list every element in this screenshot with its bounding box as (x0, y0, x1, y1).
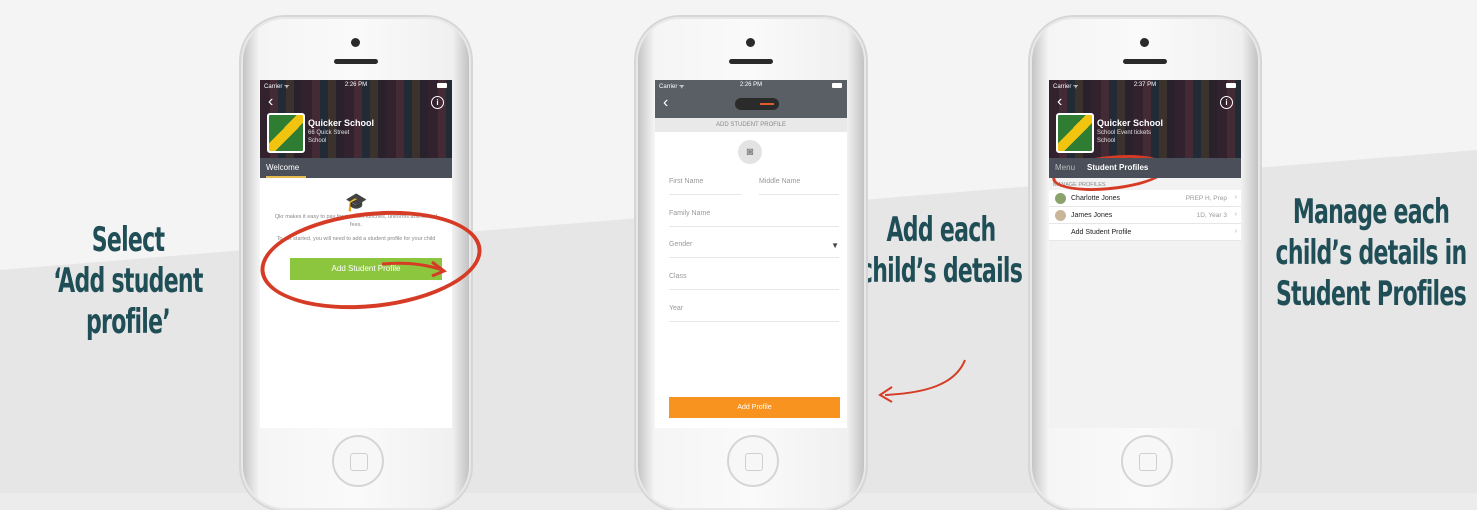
curved-arrow-icon (878, 359, 966, 403)
first-name-field[interactable]: First Name (669, 178, 741, 195)
status-bar: Carrier ᯤ 2:26 PM (655, 80, 847, 92)
add-profile-screen: ‹ Carrier ᯤ 2:26 PM ADD STUDENT PROFILE … (655, 80, 847, 428)
qkr-logo (735, 98, 779, 110)
add-student-profile-row[interactable]: Add Student Profile › (1049, 224, 1241, 241)
tab-bar: Welcome (260, 158, 452, 178)
avatar (1055, 210, 1066, 221)
dropdown-arrow-icon[interactable]: ▼ (831, 241, 839, 250)
home-button[interactable] (332, 435, 384, 487)
page-title: ADD STUDENT PROFILE (655, 118, 847, 132)
school-type: School (1097, 138, 1116, 144)
school-info: Quicker School School Event tickets Scho… (1097, 118, 1163, 144)
class-field[interactable]: Class (669, 273, 839, 290)
graduation-cap-icon: 🎓 (345, 192, 368, 212)
school-name: Quicker School (1097, 118, 1164, 128)
chevron-right-icon: › (1234, 194, 1237, 201)
caption-step-3-line-3: Student Profiles (1276, 273, 1467, 314)
status-time: 2:26 PM (739, 82, 763, 88)
status-bar: Carrier ᯤ 2:26 PM (260, 80, 452, 92)
add-profile-button[interactable]: Add Profile (669, 397, 840, 418)
highlight-arrow-icon (381, 260, 447, 278)
tab-welcome[interactable]: Welcome (266, 163, 307, 178)
speaker-grille (334, 59, 378, 64)
middle-name-field[interactable]: Middle Name (759, 178, 839, 195)
camera-icon[interactable]: ◙ (738, 140, 762, 164)
back-icon[interactable]: ‹ (663, 94, 668, 112)
speaker-grille (729, 59, 773, 64)
school-crest (267, 113, 305, 153)
add-student-profile-label: Add Student Profile (1071, 229, 1132, 236)
profile-row[interactable]: Charlotte Jones PREP H, Prep › (1049, 190, 1241, 207)
home-button[interactable] (727, 435, 779, 487)
back-icon[interactable]: ‹ (268, 93, 273, 111)
caption-step-2-line-2: child’s details (859, 250, 1023, 291)
status-time: 2:37 PM (1133, 82, 1157, 88)
profile-class: PREP H, Prep (1185, 195, 1227, 202)
info-icon[interactable]: i (1220, 96, 1233, 109)
camera-dot (1140, 38, 1149, 47)
year-field[interactable]: Year (669, 305, 839, 322)
school-crest (1056, 113, 1094, 153)
chevron-right-icon: › (1234, 211, 1237, 218)
battery-icon (832, 83, 842, 88)
status-bar: Carrier ᯤ 2:37 PM (1049, 80, 1241, 92)
school-type: School (308, 138, 327, 144)
student-profiles-screen: Carrier ᯤ 2:37 PM ‹ i Quicker School Sch… (1049, 80, 1241, 428)
phone-add-profile: ‹ Carrier ᯤ 2:26 PM ADD STUDENT PROFILE … (636, 17, 866, 510)
caption-step-1-line-1: Select (91, 220, 165, 260)
back-icon[interactable]: ‹ (1057, 93, 1062, 111)
caption-step-1: Select ‘Add student profile’ (36, 220, 220, 342)
school-subtitle: School Event tickets (1097, 130, 1152, 136)
family-name-field[interactable]: Family Name (669, 210, 839, 227)
school-info: Quicker School 66 Quick Street School (308, 118, 374, 144)
tab-menu[interactable]: Menu (1055, 163, 1075, 172)
profile-class: 1D, Year 3 (1196, 212, 1227, 219)
caption-step-3-line-1: Manage each (1292, 192, 1450, 232)
caption-step-3: Manage each child’s details in Student P… (1274, 192, 1468, 314)
phone-student-profiles: Carrier ᯤ 2:37 PM ‹ i Quicker School Sch… (1030, 17, 1260, 510)
battery-icon (437, 83, 447, 88)
caption-step-3-line-2: child’s details in (1275, 232, 1468, 273)
avatar (1055, 193, 1066, 204)
school-address: 66 Quick Street (308, 130, 350, 136)
camera-dot (746, 38, 755, 47)
speaker-grille (1123, 59, 1167, 64)
camera-dot (351, 38, 360, 47)
chevron-right-icon: › (1234, 228, 1237, 235)
caption-step-2-line-1: Add each (886, 210, 996, 250)
school-name: Quicker School (308, 118, 375, 128)
caption-step-2: Add each child’s details (858, 210, 1024, 292)
home-button[interactable] (1121, 435, 1173, 487)
info-icon[interactable]: i (431, 96, 444, 109)
tab-bar: Menu Student Profiles (1049, 158, 1241, 178)
profile-name: Charlotte Jones (1071, 195, 1121, 202)
tab-student-profiles[interactable]: Student Profiles (1087, 163, 1148, 172)
status-time: 2:26 PM (344, 82, 368, 88)
gender-select[interactable]: Gender (669, 241, 839, 258)
profile-row[interactable]: James Jones 1D, Year 3 › (1049, 207, 1241, 224)
profile-name: James Jones (1071, 212, 1113, 219)
caption-step-1-line-2: ‘Add student profile’ (53, 260, 203, 342)
battery-icon (1226, 83, 1236, 88)
